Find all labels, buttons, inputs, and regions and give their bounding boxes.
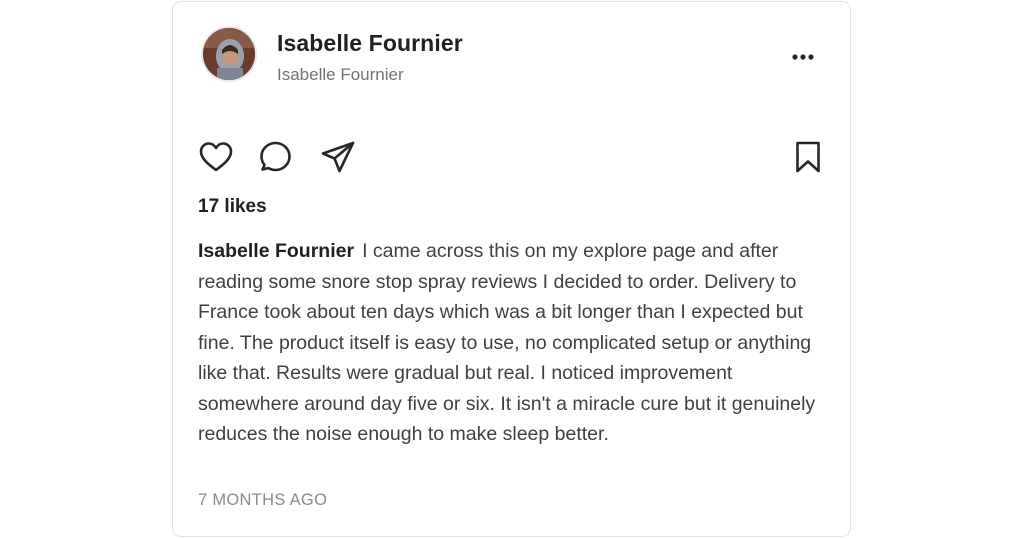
caption-author[interactable]: Isabelle Fournier xyxy=(198,240,354,262)
likes-count[interactable]: 17 likes xyxy=(198,196,267,218)
bookmark-icon[interactable] xyxy=(789,138,827,176)
post-card: Isabelle Fournier Isabelle Fournier 17 l… xyxy=(172,1,851,537)
more-options-icon[interactable] xyxy=(789,46,821,68)
comment-bubble-icon[interactable] xyxy=(257,138,295,176)
send-icon[interactable] xyxy=(319,138,357,176)
caption-text: I came across this on my explore page an… xyxy=(198,240,816,445)
post-caption: Isabelle Fournier I came across this on m… xyxy=(198,236,818,450)
author-subtitle: Isabelle Fournier xyxy=(277,65,404,84)
author-name[interactable]: Isabelle Fournier xyxy=(277,30,463,57)
avatar[interactable] xyxy=(201,26,257,82)
heart-icon[interactable] xyxy=(197,138,235,176)
action-bar xyxy=(197,138,825,178)
post-timestamp: 7 MONTHS AGO xyxy=(198,491,328,509)
avatar-image xyxy=(203,28,255,80)
